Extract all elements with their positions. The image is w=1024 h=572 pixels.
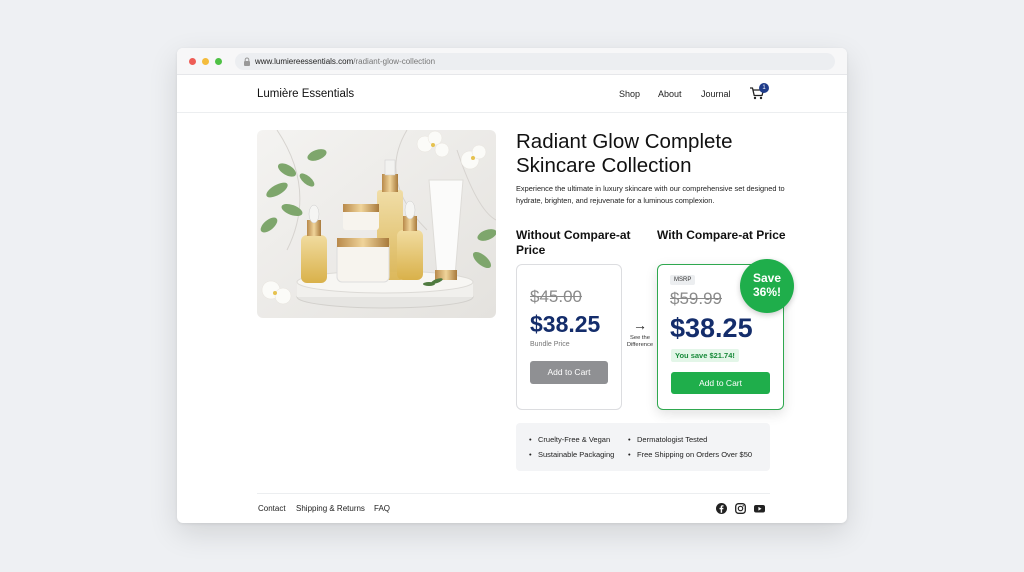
savings-note: You save $21.74! xyxy=(671,349,739,362)
see-difference-label: See the Difference xyxy=(626,335,654,348)
browser-chrome: www.lumiereessentials.com/radiant-glow-c… xyxy=(177,48,847,75)
close-window-button[interactable] xyxy=(189,58,196,65)
footer-link-shipping[interactable]: Shipping & Returns xyxy=(296,504,365,513)
product-image xyxy=(257,130,496,318)
bundle-price: $38.25 xyxy=(530,311,601,337)
facebook-icon[interactable] xyxy=(716,503,727,514)
minimize-window-button[interactable] xyxy=(202,58,209,65)
browser-window: www.lumiereessentials.com/radiant-glow-c… xyxy=(177,48,847,523)
comparison-arrow: → See the Difference xyxy=(623,318,657,349)
nav-about[interactable]: About xyxy=(658,89,682,99)
lock-icon xyxy=(244,57,250,66)
add-to-cart-button-disabled[interactable]: Add to Cart xyxy=(530,361,608,384)
old-price: $45.00 xyxy=(530,287,582,306)
url-host: www.lumiereessentials.com xyxy=(255,57,354,66)
save-percent-badge: Save 36%! xyxy=(740,259,794,313)
save-badge-line1: Save xyxy=(752,271,782,285)
add-to-cart-button[interactable]: Add to Cart xyxy=(671,372,770,394)
footer-divider xyxy=(257,493,770,494)
price-card-without: $45.00 $38.25 Bundle Price Add to Cart xyxy=(516,264,622,410)
features-box: Cruelty-Free & Vegan Dermatologist Teste… xyxy=(516,423,770,471)
product-title: Radiant Glow Complete Skincare Collectio… xyxy=(516,130,733,177)
site-header: Lumière Essentials Shop About Journal 1 xyxy=(177,75,847,113)
save-badge-line2: 36%! xyxy=(752,285,781,299)
maximize-window-button[interactable] xyxy=(215,58,222,65)
feature-item: Cruelty-Free & Vegan xyxy=(529,435,610,444)
bundle-price-label: Bundle Price xyxy=(530,341,570,348)
cart-count-badge: 1 xyxy=(759,83,769,93)
url-path: /radiant-glow-collection xyxy=(353,57,436,66)
footer-link-faq[interactable]: FAQ xyxy=(374,504,390,513)
footer-link-contact[interactable]: Contact xyxy=(258,504,286,513)
product-description: Experience the ultimate in luxury skinca… xyxy=(516,184,785,205)
brand-logo[interactable]: Lumière Essentials xyxy=(257,88,354,100)
compare-at-price: $59.99 xyxy=(670,289,722,308)
address-bar[interactable]: www.lumiereessentials.com/radiant-glow-c… xyxy=(235,53,835,70)
nav-journal[interactable]: Journal xyxy=(701,89,731,99)
sale-price: $38.25 xyxy=(670,313,753,343)
feature-item: Free Shipping on Orders Over $50 xyxy=(628,450,752,459)
without-heading: Without Compare-at Price xyxy=(516,228,631,257)
youtube-icon[interactable] xyxy=(754,503,765,514)
arrow-right-icon: → xyxy=(633,317,647,333)
instagram-icon[interactable] xyxy=(735,503,746,514)
feature-item: Sustainable Packaging xyxy=(529,450,614,459)
msrp-tag: MSRP xyxy=(670,275,696,285)
feature-item: Dermatologist Tested xyxy=(628,435,707,444)
nav-shop[interactable]: Shop xyxy=(619,89,640,99)
with-heading: With Compare-at Price xyxy=(657,228,786,242)
